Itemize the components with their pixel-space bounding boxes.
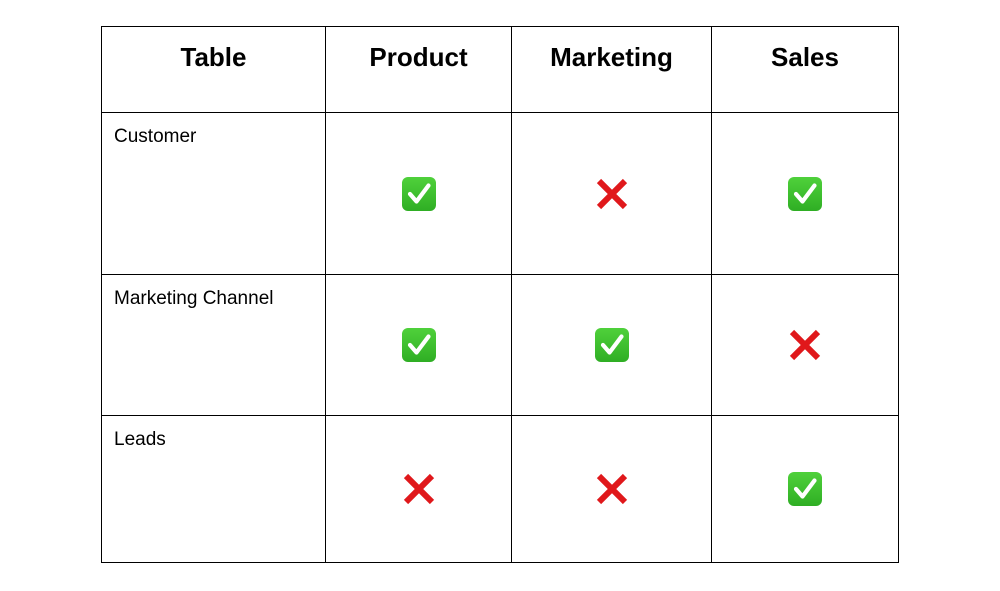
header-row: Table Product Marketing Sales	[101, 26, 899, 113]
column-header-table: Table	[101, 26, 326, 113]
cell-customer-sales	[711, 112, 899, 275]
cell-leads-product	[325, 415, 512, 563]
cell-marketing-channel-marketing	[511, 274, 712, 416]
cell-customer-marketing	[511, 112, 712, 275]
green-check-mark-icon	[788, 472, 822, 506]
table-row-leads: Leads	[101, 415, 899, 563]
cell-marketing-channel-sales	[711, 274, 899, 416]
cell-customer-product	[325, 112, 512, 275]
green-check-mark-icon	[401, 328, 436, 362]
green-check-mark-icon	[594, 328, 629, 362]
row-label-marketing-channel: Marketing Channel	[101, 274, 326, 416]
green-check-mark-icon	[788, 176, 822, 211]
red-cross-mark-icon	[401, 471, 437, 507]
column-header-sales: Sales	[711, 26, 899, 113]
red-cross-mark-icon	[594, 471, 630, 507]
cell-leads-sales	[711, 415, 899, 563]
table-row-customer: Customer	[101, 112, 899, 275]
green-check-mark-icon	[401, 176, 436, 211]
column-header-marketing: Marketing	[511, 26, 712, 113]
red-cross-mark-icon	[787, 327, 823, 363]
cell-marketing-channel-product	[325, 274, 512, 416]
cell-leads-marketing	[511, 415, 712, 563]
red-cross-mark-icon	[594, 176, 630, 212]
row-label-customer: Customer	[101, 112, 326, 275]
access-matrix-table: Table Product Marketing Sales Customer M…	[101, 26, 899, 563]
column-header-product: Product	[325, 26, 512, 113]
table-row-marketing-channel: Marketing Channel	[101, 274, 899, 416]
row-label-leads: Leads	[101, 415, 326, 563]
